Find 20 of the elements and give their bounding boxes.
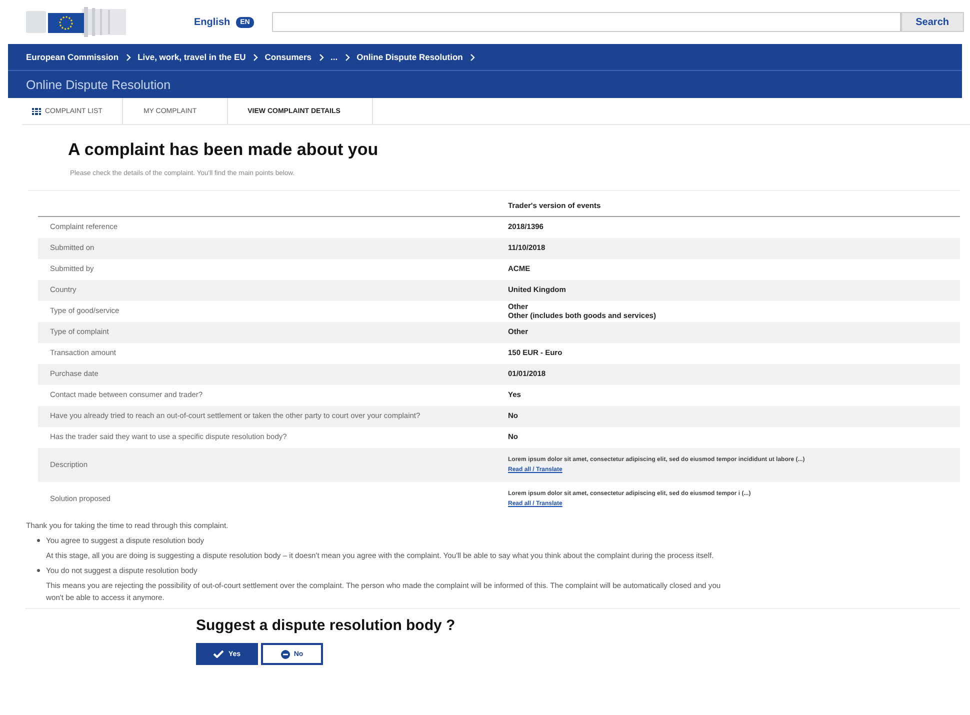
bullet-icon [37, 569, 40, 572]
question-heading: Suggest a dispute resolution body ? [196, 617, 456, 634]
search-button[interactable]: Search [900, 12, 964, 32]
chevron-icon [344, 54, 350, 60]
search-field[interactable] [272, 12, 901, 32]
chevron-icon [126, 54, 131, 60]
check-icon [213, 650, 224, 658]
breadcrumb-link[interactable]: European Commission [26, 52, 119, 62]
breadcrumb-link[interactable]: ... [330, 52, 338, 62]
chevron-icon [252, 54, 258, 60]
site-title: Online Dispute Resolution [25, 77, 172, 94]
chevron-icon [318, 54, 324, 60]
page-heading: A complaint has been made about you [68, 140, 380, 160]
breadcrumb-link[interactable]: Live, work, travel in the EU [138, 52, 246, 62]
language-selector[interactable]: English [194, 16, 230, 28]
chevron-icon [470, 54, 475, 60]
breadcrumb-link[interactable]: Online Dispute Resolution [356, 52, 463, 62]
breadcrumb-link[interactable]: Consumers [264, 52, 312, 62]
minus-circle-icon [280, 650, 290, 659]
bullet-icon [37, 539, 40, 542]
